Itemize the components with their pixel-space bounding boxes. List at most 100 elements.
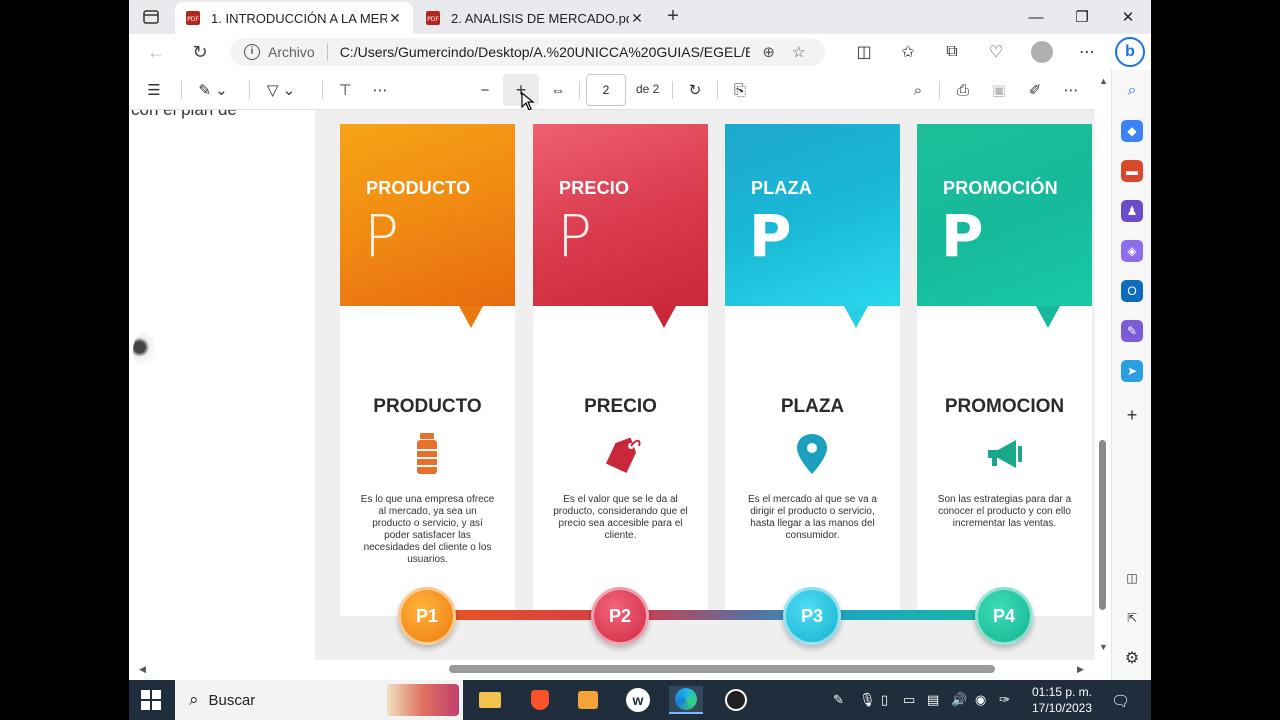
settings-gear-icon[interactable]: ⚙ <box>1121 647 1143 669</box>
tab-introduccion[interactable]: PDF 1. INTRODUCCIÓN A LA MERCADOTECNIA ✕ <box>175 2 413 34</box>
more-options-icon[interactable]: ⋯ <box>1074 40 1100 64</box>
print-icon[interactable]: ⎙ <box>950 78 976 102</box>
browser-essentials-icon[interactable]: ♡ <box>983 40 1009 64</box>
scroll-up-arrow[interactable]: ▲ <box>1099 76 1108 86</box>
new-tab-button[interactable]: + <box>661 6 685 28</box>
vertical-scrollbar[interactable]: ▲ ▼ <box>1095 70 1111 660</box>
copilot-icon[interactable]: b <box>1115 37 1145 67</box>
card-header-letter: P <box>364 202 399 270</box>
card-description: Es el mercado al que se va a dirigir el … <box>748 494 877 541</box>
page-number-input[interactable]: 2 <box>586 74 626 106</box>
favorites-icon[interactable]: ✩ <box>895 40 921 64</box>
horizontal-scrollbar[interactable]: ◀ ▶ <box>129 660 1095 680</box>
collections-icon[interactable]: ⧉ <box>939 40 965 64</box>
display-icon[interactable]: ▭ <box>903 692 915 708</box>
save-icon[interactable]: ▣ <box>986 78 1012 102</box>
divider <box>579 81 580 99</box>
obs-recorder-icon[interactable] <box>719 686 753 714</box>
card-description: Son las estrategias para dar a conocer e… <box>937 494 1072 529</box>
url-field[interactable]: i Archivo C:/Users/Gumercindo/Desktop/A.… <box>230 38 825 66</box>
refresh-button[interactable]: ↻ <box>186 40 214 64</box>
media-player-icon[interactable] <box>571 686 605 714</box>
search-icon: ⌕ <box>189 690 199 709</box>
network-icon[interactable]: ▤ <box>927 692 939 708</box>
save-as-icon[interactable]: ✐ <box>1022 78 1048 102</box>
horizontal-scroll-thumb[interactable] <box>449 665 995 673</box>
card-header-title: PRECIO <box>559 178 630 198</box>
split-screen-icon[interactable]: ◫ <box>851 40 877 64</box>
edge-browser-icon[interactable] <box>669 686 703 714</box>
svg-text:PDF: PDF <box>187 16 199 23</box>
notifications-icon[interactable]: 🗨 <box>1111 692 1130 710</box>
info-icon[interactable]: i <box>244 44 260 60</box>
vertical-scroll-thumb[interactable] <box>1099 440 1106 610</box>
url-scheme-label: Archivo <box>268 44 315 60</box>
draw-icon[interactable]: ▽ ⌄ <box>259 78 303 102</box>
zoom-out-icon[interactable]: − <box>472 78 498 102</box>
more-tools-icon[interactable]: ⋯ <box>367 78 393 102</box>
back-button[interactable]: ← <box>142 40 170 64</box>
location-pin-icon <box>797 434 827 474</box>
brave-browser-icon[interactable] <box>523 686 557 714</box>
card-precio: PRECIO P PRECIO Es el valor que se le da… <box>533 124 708 616</box>
send-icon[interactable]: ➤ <box>1121 360 1143 382</box>
rotate-icon[interactable]: ↻ <box>682 78 708 102</box>
usb-icon[interactable]: ▯ <box>881 692 888 708</box>
games-icon[interactable]: ♟ <box>1121 200 1143 222</box>
card-title: PRECIO <box>584 396 657 417</box>
system-clock[interactable]: 01:15 p. m. 17/10/2023 <box>1027 684 1097 716</box>
favorite-star-icon[interactable]: ☆ <box>788 43 810 61</box>
url-divider <box>326 43 328 61</box>
sidebar-toggle-icon[interactable]: ◫ <box>1121 567 1143 589</box>
wattpad-icon[interactable]: w <box>621 686 655 714</box>
outlook-icon[interactable]: O <box>1121 280 1143 302</box>
restore-button[interactable]: ❐ <box>1059 0 1105 34</box>
contents-icon[interactable]: ☰ <box>141 78 167 102</box>
close-tab-icon[interactable]: ✕ <box>387 10 403 27</box>
tools-briefcase-icon[interactable]: ▬ <box>1121 160 1143 182</box>
card-description: Es lo que una empresa ofrece al mercado,… <box>360 494 495 565</box>
close-tab-icon[interactable]: ✕ <box>629 10 645 27</box>
file-explorer-icon[interactable] <box>473 686 507 714</box>
microsoft-365-icon[interactable]: ◈ <box>1121 240 1143 262</box>
scroll-down-arrow[interactable]: ▼ <box>1099 642 1108 652</box>
page-total-label: de 2 <box>636 82 660 96</box>
scroll-right-arrow[interactable]: ▶ <box>1077 664 1084 675</box>
tray-app-icon[interactable]: ✎ <box>833 692 844 708</box>
card-title: PRODUCTO <box>373 396 482 417</box>
text-icon[interactable]: ⊤ <box>332 78 358 102</box>
badge-p4: P4 <box>975 587 1033 645</box>
scroll-left-arrow[interactable]: ◀ <box>139 664 146 675</box>
zoom-icon[interactable]: ⊕ <box>758 43 780 61</box>
product-bottle-icon <box>417 433 437 474</box>
tab-analisis[interactable]: PDF 2. ANALISIS DE MERCADO.pdf ✕ <box>415 2 655 34</box>
page-view-icon[interactable]: ⎘ <box>727 78 753 102</box>
desktop: PDF 1. INTRODUCCIÓN A LA MERCADOTECNIA ✕… <box>0 0 1280 720</box>
add-icon[interactable]: + <box>1121 404 1143 426</box>
microphone-icon[interactable]: 🎙 <box>859 692 876 708</box>
card-header: PRECIO P <box>533 124 708 306</box>
page-text-fragment: con el plan de <box>131 110 237 120</box>
highlight-icon[interactable]: ✎ ⌄ <box>191 78 235 102</box>
tab-actions-icon[interactable] <box>135 5 167 29</box>
profile-avatar[interactable] <box>1029 40 1055 64</box>
pen-icon[interactable]: ✑ <box>999 692 1010 708</box>
minimize-button[interactable]: — <box>1013 0 1059 34</box>
search-icon[interactable]: ⌕ <box>905 78 931 102</box>
more-options-icon[interactable]: ⋯ <box>1058 78 1084 102</box>
recording-icon[interactable]: ◉ <box>975 692 986 708</box>
divider <box>322 81 323 99</box>
clock-date: 17/10/2023 <box>1031 701 1093 715</box>
open-external-icon[interactable]: ⇱ <box>1121 607 1143 629</box>
designer-icon[interactable]: ✎ <box>1121 320 1143 342</box>
pdf-toolbar: ☰ ✎ ⌄ ▽ ⌄ ⊤ ⋯ − + ⇔ 2 de 2 ↻ ⎘ ⌕ ⎙ ▣ ✐ ⋯ <box>129 70 1095 111</box>
card-plaza: PLAZA P PLAZA Es el mercado al que se va… <box>725 124 900 616</box>
taskbar-search[interactable]: ⌕ Buscar <box>175 680 463 720</box>
search-icon[interactable]: ⌕ <box>1121 80 1143 102</box>
windows-start-icon[interactable] <box>141 690 161 710</box>
divider <box>939 81 940 99</box>
close-window-button[interactable]: ✕ <box>1105 0 1151 34</box>
fit-width-icon[interactable]: ⇔ <box>543 78 573 102</box>
shopping-tag-icon[interactable]: ◆ <box>1121 120 1143 142</box>
volume-icon[interactable]: 🔊 <box>951 692 967 708</box>
